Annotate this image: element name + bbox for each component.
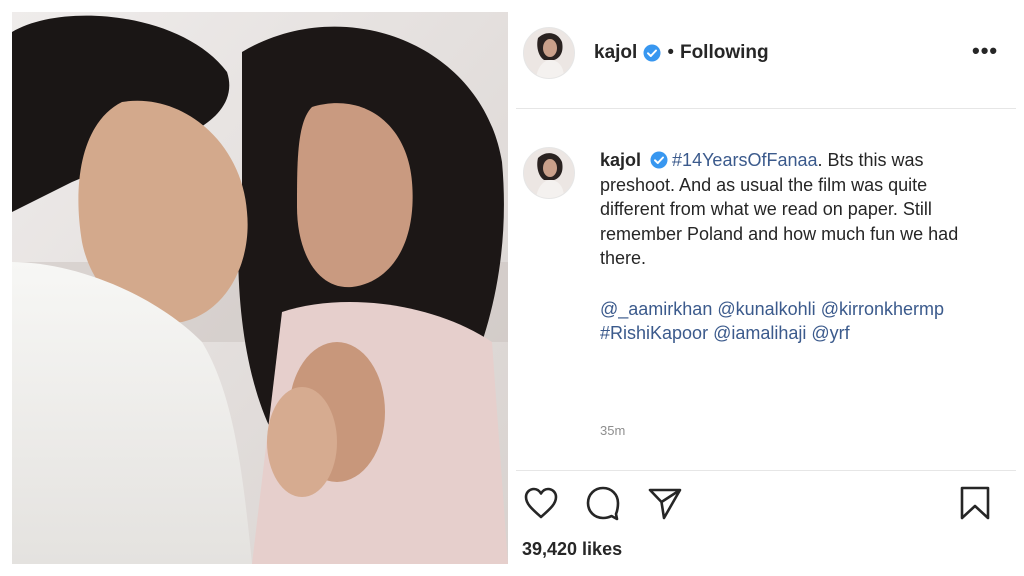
hashtag-link[interactable]: #RishiKapoor — [600, 323, 708, 343]
action-bar — [508, 478, 1024, 528]
post-image — [12, 12, 508, 564]
post-timestamp[interactable]: 35m — [600, 423, 625, 438]
hashtag-link[interactable]: #14YearsOfFanaa — [672, 150, 817, 170]
mention-link[interactable]: @yrf — [811, 323, 849, 343]
mention-link[interactable]: @kunalkohli — [717, 299, 815, 319]
heart-icon[interactable] — [522, 484, 560, 522]
divider — [516, 108, 1016, 109]
verified-badge-icon — [643, 44, 661, 62]
separator-dot: • — [667, 42, 674, 63]
likes-count[interactable]: 39,420 likes — [522, 539, 622, 560]
caption-avatar[interactable] — [523, 147, 575, 199]
username-link[interactable]: kajol — [594, 42, 637, 64]
verified-badge-icon — [650, 151, 668, 169]
caption-mentions: @_aamirkhan @kunalkohli @kirronkhermp #R… — [600, 297, 995, 346]
divider — [516, 470, 1016, 471]
post-caption: kajol #14YearsOfFanaa. Bts this was pres… — [600, 148, 995, 346]
post-header: kajol • Following ••• — [508, 0, 1024, 108]
mention-link[interactable]: @iamalihaji — [713, 323, 806, 343]
more-options-icon[interactable]: ••• — [972, 38, 998, 64]
avatar[interactable] — [523, 27, 575, 79]
mention-link[interactable]: @kirronkhermp — [821, 299, 944, 319]
header-user-line: kajol • Following — [594, 42, 769, 64]
comment-bubble-icon[interactable] — [584, 484, 622, 522]
following-button[interactable]: Following — [680, 42, 769, 64]
mention-link[interactable]: @_aamirkhan — [600, 299, 712, 319]
post-photo[interactable] — [12, 12, 508, 564]
paper-plane-icon[interactable] — [646, 484, 684, 522]
caption-username-link[interactable]: kajol — [600, 150, 641, 170]
post-detail-panel: kajol • Following ••• kajol #14YearsOfFa… — [508, 0, 1024, 576]
bookmark-icon[interactable] — [956, 484, 994, 522]
